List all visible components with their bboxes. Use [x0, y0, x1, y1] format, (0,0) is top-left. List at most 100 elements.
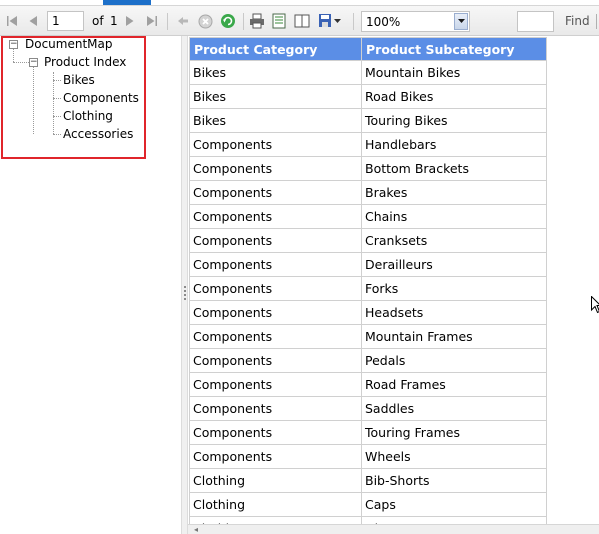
cell-category: Components [189, 276, 362, 301]
table-row: Components Handlebars [189, 132, 547, 157]
zoom-value: 100% [366, 15, 401, 29]
page-setup-icon[interactable] [294, 13, 310, 29]
last-page-icon[interactable] [144, 13, 160, 29]
cell-category: Components [189, 324, 362, 349]
table-row: Bikes Touring Bikes [189, 108, 547, 133]
previous-page-icon[interactable] [25, 13, 41, 29]
table-row: Components Bottom Brackets [189, 156, 547, 181]
table-row: Clothing Caps [189, 492, 547, 517]
document-map-pane: − DocumentMap − Product Index Bikes Comp… [0, 36, 181, 534]
tree-node-components[interactable]: Components [63, 91, 139, 106]
scroll-left-icon[interactable]: ◂ [194, 525, 198, 534]
find-button[interactable]: Find [565, 14, 590, 28]
splitter-grip-icon[interactable] [184, 286, 186, 300]
table-header-row: Product Category Product Subcategory [189, 37, 547, 61]
tree-node-accessories[interactable]: Accessories [63, 127, 133, 142]
horizontal-scrollbar[interactable]: ◂ [188, 524, 599, 534]
collapse-icon[interactable]: − [9, 40, 18, 49]
cell-subcategory: Wheels [361, 444, 547, 469]
cell-subcategory: Saddles [361, 396, 547, 421]
cell-subcategory: Mountain Frames [361, 324, 547, 349]
cell-category: Components [189, 156, 362, 181]
export-icon[interactable] [318, 13, 334, 29]
pane-splitter[interactable] [181, 36, 188, 534]
table-row: Components Mountain Frames [189, 324, 547, 349]
cell-subcategory: Road Frames [361, 372, 547, 397]
total-pages-label: 1 [110, 14, 118, 28]
report-toolbar: 1 of 1 100% Find [0, 6, 599, 36]
cell-subcategory: Pedals [361, 348, 547, 373]
table-row: Components Chains [189, 204, 547, 229]
report-viewer: Product Category Product Subcategory Bik… [188, 36, 599, 534]
find-input[interactable] [517, 11, 554, 32]
cell-subcategory: Mountain Bikes [361, 60, 547, 85]
next-page-icon[interactable] [122, 13, 138, 29]
of-label: of [92, 14, 104, 28]
cell-subcategory: Road Bikes [361, 84, 547, 109]
table-row: Components Derailleurs [189, 252, 547, 277]
cell-category: Clothing [189, 468, 362, 493]
table-row: Clothing Bib-Shorts [189, 468, 547, 493]
tree-connector [53, 98, 61, 99]
cell-category: Components [189, 300, 362, 325]
cell-category: Components [189, 372, 362, 397]
cell-category: Components [189, 348, 362, 373]
tree-node-product-index[interactable]: Product Index [44, 55, 126, 70]
tree-connector [13, 62, 29, 63]
cell-category: Components [189, 420, 362, 445]
tree-node-documentmap[interactable]: DocumentMap [25, 37, 113, 52]
toolbar-separator [596, 14, 597, 29]
table-row: Components Brakes [189, 180, 547, 205]
cell-subcategory: Cranksets [361, 228, 547, 253]
cell-subcategory: Bib-Shorts [361, 468, 547, 493]
cell-category: Components [189, 252, 362, 277]
column-header-category[interactable]: Product Category [189, 37, 362, 61]
cell-category: Components [189, 180, 362, 205]
table-row: Components Pedals [189, 348, 547, 373]
print-icon[interactable] [249, 13, 265, 29]
cell-subcategory: Caps [361, 492, 547, 517]
tree-connector [53, 116, 61, 117]
cell-category: Components [189, 444, 362, 469]
toolbar-separator [243, 13, 244, 30]
chevron-down-icon[interactable] [454, 13, 468, 30]
table-row: Components Saddles [189, 396, 547, 421]
cell-category: Components [189, 132, 362, 157]
column-header-subcategory[interactable]: Product Subcategory [361, 37, 547, 61]
cell-category: Components [189, 228, 362, 253]
refresh-icon[interactable] [220, 13, 236, 29]
cell-subcategory: Forks [361, 276, 547, 301]
zoom-select[interactable]: 100% [361, 11, 470, 32]
toolbar-separator [353, 13, 354, 30]
cell-subcategory: Brakes [361, 180, 547, 205]
back-icon[interactable] [175, 13, 191, 29]
collapse-icon[interactable]: − [29, 58, 38, 67]
active-tab-indicator[interactable] [103, 0, 151, 5]
table-row: Components Cranksets [189, 228, 547, 253]
cell-category: Components [189, 204, 362, 229]
cell-subcategory: Chains [361, 204, 547, 229]
cell-category: Clothing [189, 492, 362, 517]
tree-node-clothing[interactable]: Clothing [63, 109, 113, 124]
cell-category: Bikes [189, 84, 362, 109]
cell-subcategory: Handlebars [361, 132, 547, 157]
stop-icon[interactable] [197, 13, 213, 29]
tree-connector [33, 67, 34, 134]
tree-connector [53, 134, 61, 135]
cell-subcategory: Derailleurs [361, 252, 547, 277]
cell-category: Components [189, 396, 362, 421]
print-layout-icon[interactable] [271, 13, 287, 29]
cell-subcategory: Headsets [361, 300, 547, 325]
cell-category: Bikes [189, 60, 362, 85]
tree-node-bikes[interactable]: Bikes [63, 73, 95, 88]
first-page-icon[interactable] [4, 13, 20, 29]
cell-subcategory: Touring Bikes [361, 108, 547, 133]
table-row: Components Road Frames [189, 372, 547, 397]
mouse-cursor-icon [591, 296, 599, 314]
table-row: Bikes Mountain Bikes [189, 60, 547, 85]
product-table: Product Category Product Subcategory Bik… [189, 37, 547, 534]
table-row: Components Headsets [189, 300, 547, 325]
cell-subcategory: Touring Frames [361, 420, 547, 445]
export-dropdown-icon[interactable] [333, 13, 341, 29]
current-page-input[interactable]: 1 [47, 11, 84, 31]
